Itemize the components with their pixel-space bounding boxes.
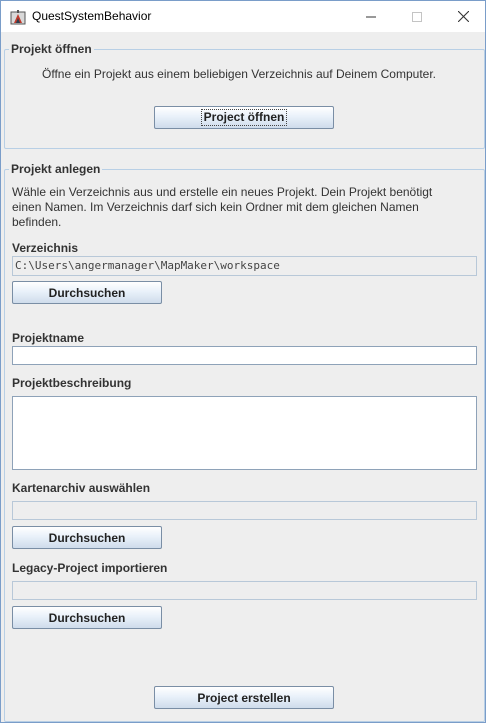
close-button[interactable] (440, 1, 486, 32)
create-description-line1: Wähle ein Verzeichnis aus und erstelle e… (12, 185, 433, 199)
maximize-button[interactable] (394, 1, 440, 32)
close-icon (457, 11, 469, 22)
create-project-group: Projekt anlegen Wähle ein Verzeichnis au… (4, 162, 485, 722)
create-project-button[interactable]: Project erstellen (154, 686, 334, 709)
open-project-button[interactable]: Project öffnen (154, 106, 334, 129)
directory-field: C:\Users\angermanager\MapMaker\workspace (12, 256, 477, 276)
open-project-button-label: Project öffnen (200, 109, 288, 126)
title-bar[interactable]: QuestSystemBehavior (1, 1, 485, 32)
app-icon (10, 10, 26, 25)
maximize-icon (412, 11, 422, 22)
directory-label: Verzeichnis (12, 241, 79, 255)
open-project-legend: Projekt öffnen (9, 42, 94, 56)
create-project-legend: Projekt anlegen (9, 162, 103, 176)
legacy-project-label: Legacy-Project importieren (12, 561, 168, 575)
open-project-description: Öffne ein Projekt aus einem beliebigen V… (42, 67, 437, 81)
create-description-line3: befinden. (12, 215, 62, 229)
minimize-button[interactable] (348, 1, 394, 32)
map-archive-field (12, 501, 477, 520)
window-title: QuestSystemBehavior (32, 9, 152, 23)
legacy-project-browse-button[interactable]: Durchsuchen (12, 606, 162, 629)
legacy-project-field (12, 581, 477, 600)
project-name-input[interactable] (12, 346, 477, 365)
map-archive-label: Kartenarchiv auswählen (12, 481, 151, 495)
app-window: QuestSystemBehavior Projekt öffnen Öffne… (0, 0, 486, 723)
project-description-textarea[interactable] (12, 396, 477, 470)
project-description-label: Projektbeschreibung (12, 376, 132, 390)
project-name-label: Projektname (12, 331, 85, 345)
minimize-icon (366, 16, 376, 17)
create-description-line2: einen Namen. Im Verzeichnis darf sich ke… (12, 200, 419, 214)
open-project-group: Projekt öffnen Öffne ein Projekt aus ein… (4, 42, 485, 149)
map-archive-browse-button[interactable]: Durchsuchen (12, 526, 162, 549)
directory-browse-button[interactable]: Durchsuchen (12, 281, 162, 304)
